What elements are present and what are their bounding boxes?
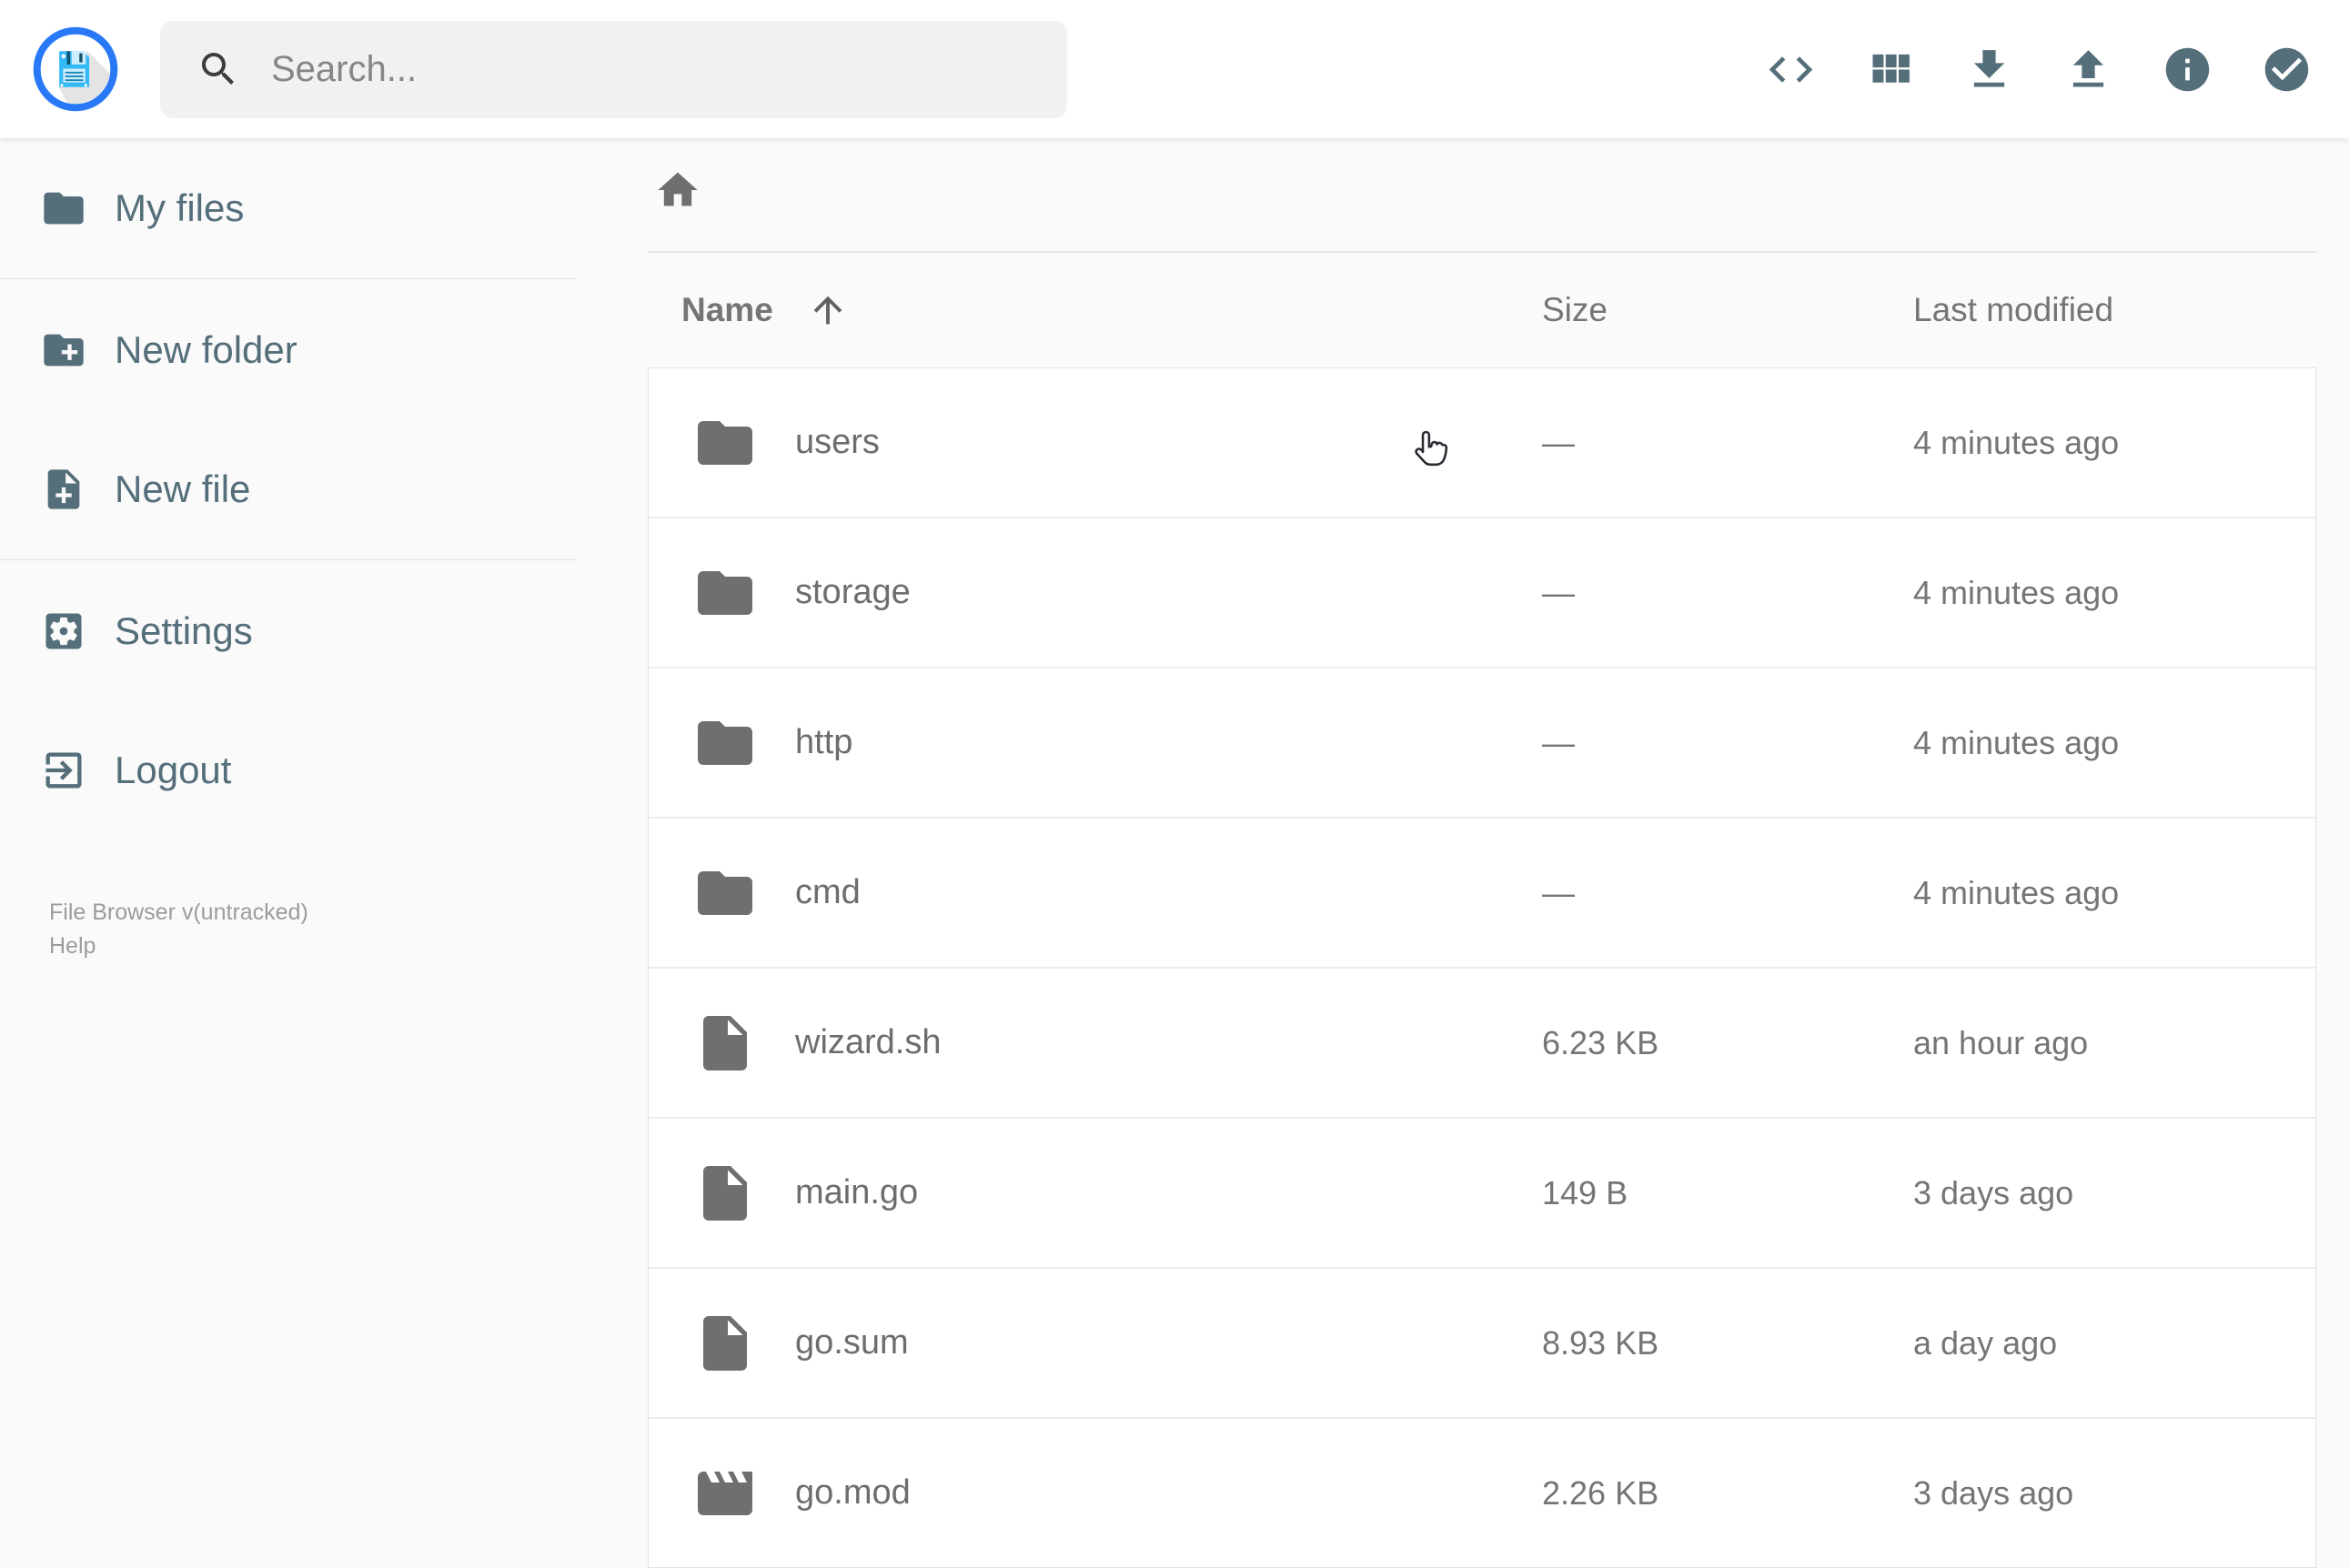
file-name: go.sum: [795, 1323, 909, 1362]
file-icon: [692, 1010, 758, 1076]
logout-icon: [40, 747, 87, 794]
sidebar-item-settings[interactable]: Settings: [0, 561, 577, 700]
folder-icon: [40, 185, 87, 232]
file-name: http: [795, 723, 853, 761]
table-row[interactable]: users — 4 minutes ago: [649, 368, 2315, 517]
file-size: —: [1542, 573, 1575, 611]
code-icon: [1765, 44, 1817, 95]
file-name: main.go: [795, 1173, 919, 1211]
sidebar-item-new-file[interactable]: New file: [0, 419, 577, 558]
column-header-size[interactable]: Size: [1542, 252, 1608, 367]
folder-icon: [692, 560, 758, 626]
sidebar-item-my-files[interactable]: My files: [0, 138, 577, 277]
sidebar: My files New folder New file Settings Lo…: [0, 138, 577, 959]
floppy-disk-logo: [33, 26, 118, 112]
app-header: Search...: [0, 0, 2349, 138]
file-size: —: [1542, 723, 1575, 761]
sidebar-item-label: Logout: [115, 748, 232, 791]
file-modified: 3 days ago: [1913, 1473, 2074, 1512]
table-row[interactable]: wizard.sh 6.23 KB an hour ago: [649, 967, 2315, 1117]
sidebar-item-label: New folder: [115, 327, 297, 371]
file-name: go.mod: [795, 1473, 911, 1512]
file-modified: 4 minutes ago: [1913, 723, 2120, 761]
check-circle-icon: [2261, 44, 2313, 95]
table-row[interactable]: go.sum 8.93 KB a day ago: [649, 1267, 2315, 1417]
table-row[interactable]: cmd — 4 minutes ago: [649, 817, 2315, 967]
file-modified: 4 minutes ago: [1913, 573, 2120, 611]
help-link[interactable]: Help: [49, 930, 96, 962]
app-logo[interactable]: [33, 26, 118, 112]
file-name: storage: [795, 573, 911, 611]
file-modified: 3 days ago: [1913, 1173, 2074, 1211]
file-size: 6.23 KB: [1542, 1023, 1659, 1061]
header-actions: [1741, 0, 2336, 138]
file-size: 2.26 KB: [1542, 1473, 1659, 1512]
file-modified: an hour ago: [1913, 1023, 2089, 1061]
file-name: wizard.sh: [795, 1023, 942, 1061]
table-row[interactable]: http — 4 minutes ago: [649, 667, 2315, 817]
file-name: cmd: [795, 873, 861, 911]
file-modified: 4 minutes ago: [1913, 423, 2120, 461]
table-row[interactable]: storage — 4 minutes ago: [649, 517, 2315, 667]
app-version: File Browser v(untracked): [49, 900, 308, 925]
search-bar[interactable]: Search...: [160, 20, 1067, 118]
download-icon: [1963, 44, 2015, 95]
upload-icon: [2062, 44, 2114, 95]
file-listing: users — 4 minutes ago storage — 4 minute…: [648, 367, 2316, 1568]
new-folder-icon: [40, 327, 87, 374]
file-modified: a day ago: [1913, 1323, 2058, 1362]
info-button[interactable]: [2138, 0, 2237, 138]
column-header-modified[interactable]: Last modified: [1913, 252, 2113, 367]
folder-icon: [692, 710, 758, 776]
settings-icon: [40, 608, 87, 655]
sidebar-item-logout[interactable]: Logout: [0, 700, 577, 839]
switch-view-button[interactable]: [1840, 0, 1940, 138]
sidebar-item-label: Settings: [115, 608, 253, 652]
column-header-name[interactable]: Name: [681, 252, 849, 367]
search-icon: [197, 47, 240, 91]
movie-icon: [692, 1461, 758, 1526]
sidebar-item-label: New file: [115, 467, 251, 510]
sidebar-item-label: My files: [115, 186, 245, 229]
download-button[interactable]: [1940, 0, 2039, 138]
raw-view-button[interactable]: [1741, 0, 1840, 138]
file-size: 149 B: [1542, 1173, 1628, 1211]
file-icon: [692, 1161, 758, 1226]
home-icon[interactable]: [654, 166, 701, 214]
file-size: —: [1542, 873, 1575, 911]
folder-icon: [692, 410, 758, 476]
info-icon: [2162, 44, 2213, 95]
table-row[interactable]: main.go 149 B 3 days ago: [649, 1117, 2315, 1267]
listing-header: Name Size Last modified: [648, 252, 2316, 367]
new-file-icon: [40, 466, 87, 513]
grid-view-icon: [1864, 44, 1916, 95]
file-icon: [692, 1311, 758, 1376]
sidebar-item-new-folder[interactable]: New folder: [0, 280, 577, 419]
file-modified: 4 minutes ago: [1913, 873, 2120, 911]
folder-icon: [692, 860, 758, 926]
sidebar-divider: [0, 559, 577, 560]
file-size: —: [1542, 423, 1575, 461]
file-name: users: [795, 423, 880, 461]
sidebar-footer: File Browser v(untracked) Help: [49, 896, 308, 962]
table-row[interactable]: go.mod 2.26 KB 3 days ago: [649, 1417, 2315, 1567]
search-placeholder: Search...: [271, 48, 418, 89]
select-multiple-button[interactable]: [2237, 0, 2336, 138]
upload-button[interactable]: [2039, 0, 2138, 138]
sidebar-divider: [0, 278, 577, 279]
sort-asc-icon: [807, 289, 849, 331]
file-size: 8.93 KB: [1542, 1323, 1659, 1362]
